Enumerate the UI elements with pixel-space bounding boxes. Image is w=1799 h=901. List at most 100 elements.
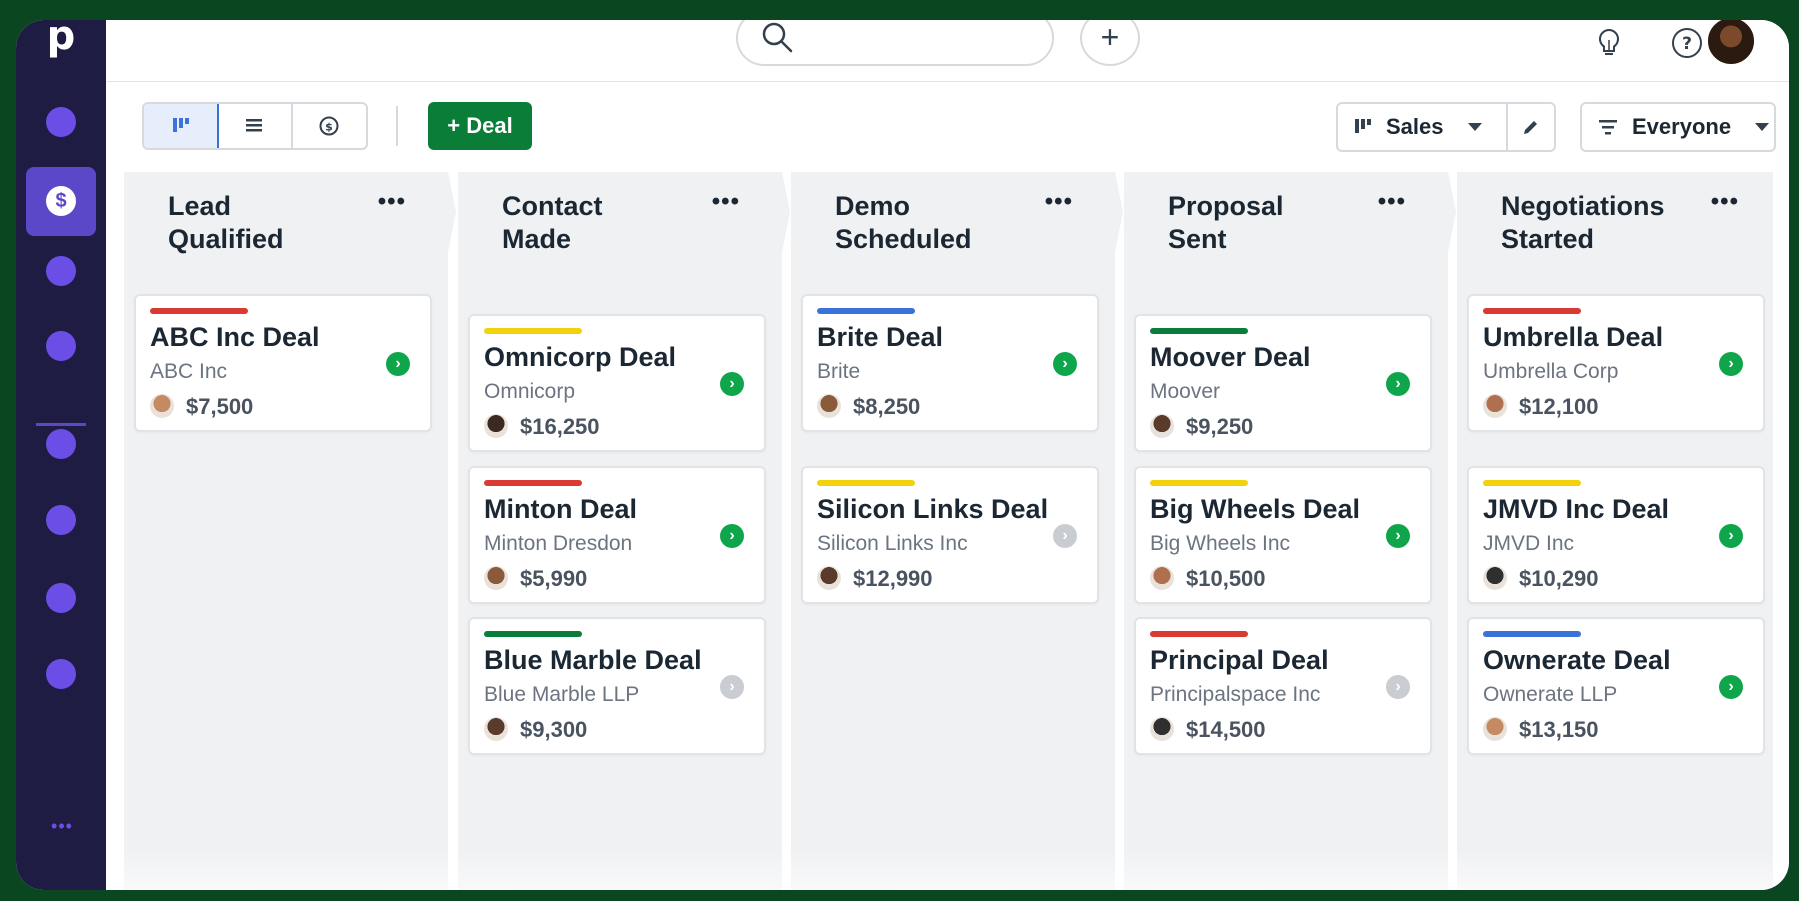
deal-card[interactable]: Minton Deal Minton Dresdon $5,990 › — [468, 466, 766, 604]
deal-label-bar — [1150, 328, 1248, 334]
deal-organization: Omnicorp — [484, 380, 576, 403]
deal-title: Blue Marble Deal — [484, 645, 702, 675]
deal-card[interactable]: JMVD Inc Deal JMVD Inc $10,290 › — [1467, 466, 1765, 604]
sidebar-item-1[interactable] — [46, 107, 76, 137]
deal-card[interactable]: Umbrella Deal Umbrella Corp $12,100 › — [1467, 294, 1765, 432]
lightbulb-icon[interactable] — [1592, 26, 1626, 60]
owner-avatar — [1150, 717, 1174, 741]
deal-card[interactable]: Brite Deal Brite $8,250 › — [801, 294, 1099, 432]
column-arrow-divider — [1440, 172, 1456, 890]
owner-filter-select[interactable]: Everyone — [1580, 102, 1776, 152]
deal-card[interactable]: Silicon Links Deal Silicon Links Inc $12,9… — [801, 466, 1099, 604]
svg-text:$: $ — [325, 121, 333, 134]
activity-status-icon[interactable]: › — [1386, 675, 1410, 699]
deal-card[interactable]: Big Wheels Deal Big Wheels Inc $10,500 › — [1134, 466, 1432, 604]
more-icon[interactable]: ••• — [42, 816, 82, 837]
add-deal-button[interactable]: + Deal — [428, 102, 532, 150]
activity-status-icon[interactable]: › — [1053, 524, 1077, 548]
pipeline-icon — [1355, 119, 1371, 133]
owner-avatar — [1150, 414, 1174, 438]
pencil-icon — [1524, 121, 1537, 134]
search-icon — [762, 22, 793, 53]
column-menu-icon[interactable]: ••• — [378, 188, 406, 216]
sidebar-item-8[interactable] — [46, 659, 76, 689]
deal-amount: $10,290 — [1519, 566, 1599, 591]
deal-amount: $9,300 — [520, 717, 588, 742]
activity-status-icon[interactable]: › — [1719, 524, 1743, 548]
deal-title: Omnicorp Deal — [484, 342, 677, 372]
deal-amount: $5,990 — [520, 566, 588, 591]
deal-amount: $12,100 — [1519, 394, 1599, 419]
pipeline-select[interactable]: Sales — [1336, 102, 1556, 152]
activity-status-icon[interactable]: › — [1053, 352, 1077, 376]
deal-card[interactable]: Blue Marble Deal Blue Marble LLP $9,300 › — [468, 617, 766, 755]
owner-avatar — [484, 566, 508, 590]
column-title-line-2: Sent — [1168, 224, 1227, 254]
owner-avatar — [1150, 566, 1174, 590]
activity-status-icon[interactable]: › — [386, 352, 410, 376]
deal-amount: $16,250 — [520, 414, 600, 439]
deal-organization: Big Wheels Inc — [1150, 532, 1291, 555]
deal-card[interactable]: Omnicorp Deal Omnicorp $16,250 › — [468, 314, 766, 452]
deal-organization: Umbrella Corp — [1483, 360, 1619, 383]
deal-title: Principal Deal — [1150, 645, 1329, 675]
deal-amount: $8,250 — [853, 394, 921, 419]
deal-label-bar — [1150, 480, 1248, 486]
sidebar-item-6[interactable] — [46, 505, 76, 535]
deal-label-bar — [484, 328, 582, 334]
forecast-icon: $ — [319, 116, 339, 136]
column-menu-icon[interactable]: ••• — [1045, 188, 1073, 216]
activity-status-icon[interactable]: › — [720, 675, 744, 699]
sidebar-item-5[interactable] — [46, 429, 76, 459]
activity-status-icon[interactable]: › — [720, 372, 744, 396]
pipeline-column: Negotiations Started ••• Umbrella Deal Umbre… — [1457, 172, 1773, 890]
deal-label-bar — [1150, 631, 1248, 637]
deal-label-bar — [1483, 631, 1581, 637]
help-icon[interactable]: ? — [1670, 26, 1704, 60]
column-menu-icon[interactable]: ••• — [1378, 188, 1406, 216]
pipedrive-logo[interactable]: p — [38, 20, 84, 58]
deal-amount: $10,500 — [1186, 566, 1266, 591]
sidebar-item-4[interactable] — [46, 331, 76, 361]
owner-avatar — [817, 566, 841, 590]
column-title-line-1: Contact — [502, 191, 603, 221]
activity-status-icon[interactable]: › — [1719, 675, 1743, 699]
search-input[interactable] — [736, 20, 1054, 66]
deal-card[interactable]: Principal Deal Principalspace Inc $14,500 › — [1134, 617, 1432, 755]
edit-pipeline-button[interactable] — [1508, 104, 1554, 150]
pipeline-column: Contact Made ••• Omnicorp Deal Omnicorp $16,2… — [458, 172, 790, 890]
list-view-button[interactable] — [217, 104, 293, 148]
deal-organization: Brite — [817, 360, 861, 383]
sidebar-item-7[interactable] — [46, 583, 76, 613]
deal-organization: ABC Inc — [150, 360, 228, 383]
pipeline-view-button[interactable] — [144, 104, 220, 148]
deal-card[interactable]: Ownerate Deal Ownerate LLP $13,150 › — [1467, 617, 1765, 755]
column-title: Negotiations Started — [1501, 190, 1665, 256]
filter-label: Everyone — [1632, 114, 1732, 139]
kanban-icon — [172, 118, 189, 132]
column-title-line-2: Qualified — [168, 224, 284, 254]
activity-status-icon[interactable]: › — [1386, 372, 1410, 396]
deal-label-bar — [484, 480, 582, 486]
sidebar-item-3[interactable] — [46, 256, 76, 286]
owner-avatar — [484, 717, 508, 741]
deal-label-bar — [1483, 308, 1581, 314]
deal-organization: Principalspace Inc — [1150, 683, 1321, 706]
column-menu-icon[interactable]: ••• — [1711, 188, 1739, 216]
deal-card[interactable]: ABC Inc Deal ABC Inc $7,500 › — [134, 294, 432, 432]
column-menu-icon[interactable]: ••• — [712, 188, 740, 216]
forecast-view-button[interactable]: $ — [293, 104, 366, 148]
activity-status-icon[interactable]: › — [1719, 352, 1743, 376]
deal-label-bar — [150, 308, 248, 314]
user-avatar[interactable] — [1706, 20, 1756, 66]
deal-title: Silicon Links Deal — [817, 494, 1049, 524]
deal-organization: Minton Dresdon — [484, 532, 633, 555]
pipeline-column: Lead Qualified ••• ABC Inc Deal ABC Inc $7,50… — [124, 172, 456, 890]
quick-add-button[interactable]: + — [1080, 20, 1140, 66]
deal-title: JMVD Inc Deal — [1483, 494, 1670, 524]
deal-card[interactable]: Moover Deal Moover $9,250 › — [1134, 314, 1432, 452]
activity-status-icon[interactable]: › — [1386, 524, 1410, 548]
owner-avatar — [150, 394, 174, 418]
activity-status-icon[interactable]: › — [720, 524, 744, 548]
sidebar-item-deals[interactable]: $ — [26, 167, 96, 236]
